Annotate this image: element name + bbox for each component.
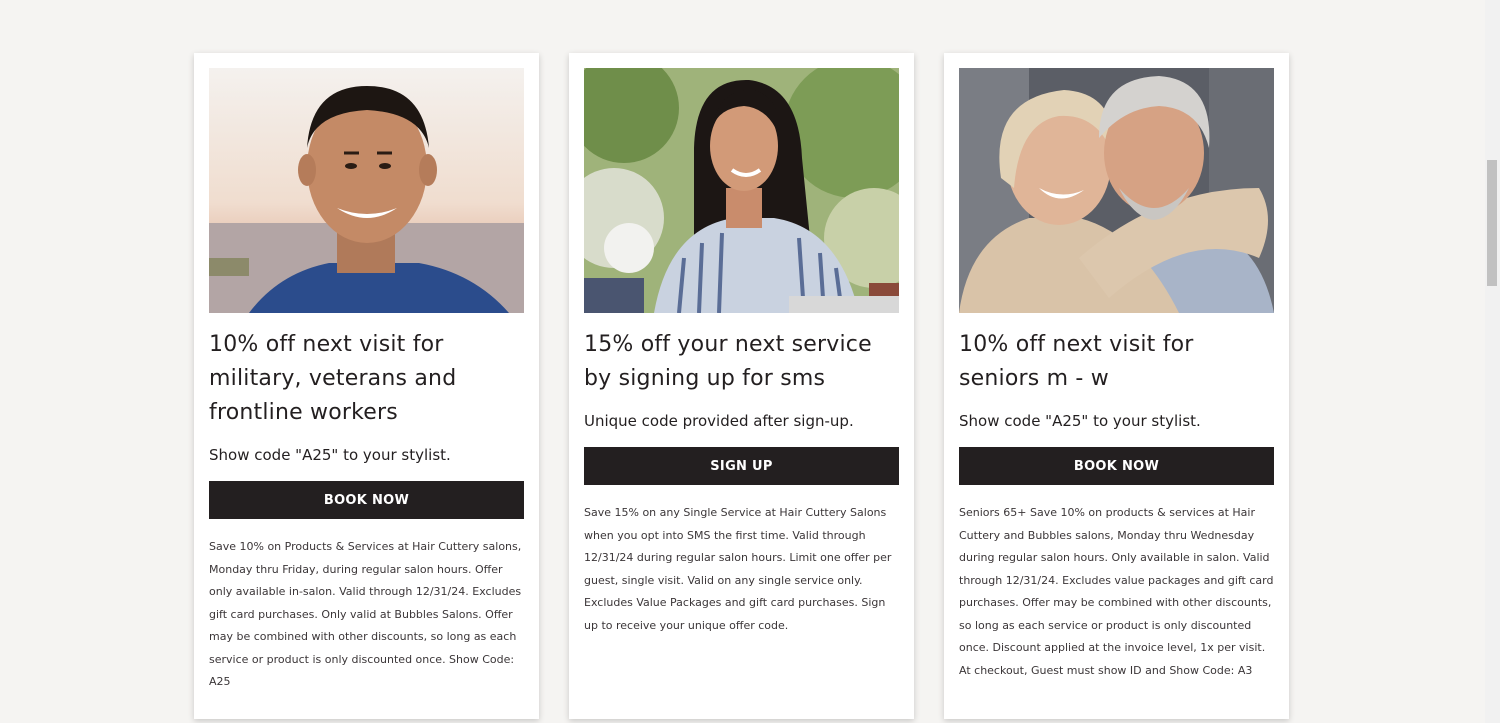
offer-title: 10% off next visit for seniors m - w (959, 332, 1194, 391)
offer-fine-print: Save 15% on any Single Service at Hair C… (584, 506, 892, 632)
offer-image-seniors (959, 68, 1274, 313)
offer-image-sms (584, 68, 899, 313)
offer-title: 15% off your next service by signing up … (584, 332, 872, 391)
book-now-button[interactable]: BOOK NOW (959, 447, 1274, 485)
offer-subtitle: Show code "A25" to your stylist. (959, 412, 1201, 430)
vertical-scrollbar[interactable] (1485, 0, 1500, 723)
offers-page: 10% off next visit for military, veteran… (0, 0, 1500, 723)
offer-title: 10% off next visit for military, veteran… (209, 332, 457, 425)
offer-image-military (209, 68, 524, 313)
offer-fine-print: Save 10% on Products & Services at Hair … (209, 540, 522, 688)
offer-subtitle: Unique code provided after sign-up. (584, 412, 854, 430)
sign-up-button[interactable]: SIGN UP (584, 447, 899, 485)
offer-cards: 10% off next visit for military, veteran… (194, 53, 1289, 719)
offer-card-sms: 15% off your next service by signing up … (569, 53, 914, 719)
offer-fine-print: Seniors 65+ Save 10% on products & servi… (959, 506, 1274, 677)
scrollbar-thumb[interactable] (1487, 160, 1497, 286)
offer-subtitle: Show code "A25" to your stylist. (209, 446, 451, 464)
offer-card-seniors: 10% off next visit for seniors m - w Sho… (944, 53, 1289, 719)
book-now-button[interactable]: BOOK NOW (209, 481, 524, 519)
offer-card-military: 10% off next visit for military, veteran… (194, 53, 539, 719)
